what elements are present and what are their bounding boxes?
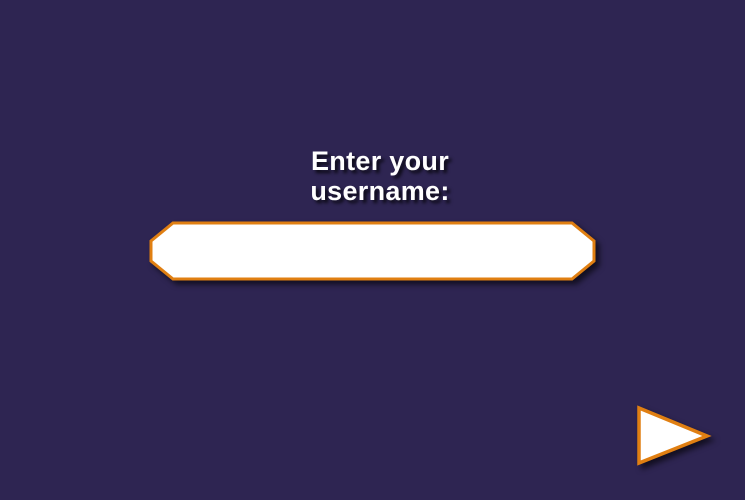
play-arrow-icon	[637, 405, 712, 466]
next-button[interactable]	[636, 405, 712, 467]
prompt-line-1: Enter your	[310, 146, 450, 176]
username-input[interactable]	[177, 229, 567, 271]
prompt-line-2: username:	[310, 176, 450, 206]
username-prompt: Enter your username:	[222, 146, 538, 206]
username-screen: Enter your username:	[0, 0, 745, 500]
username-field-frame[interactable]	[149, 221, 596, 281]
